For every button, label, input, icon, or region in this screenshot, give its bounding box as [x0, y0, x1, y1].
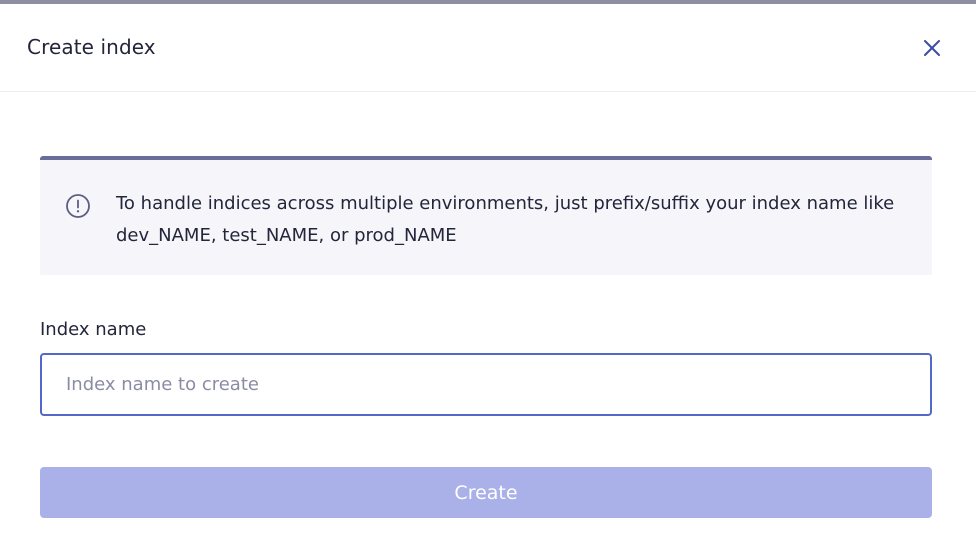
modal-title: Create index — [27, 35, 156, 59]
close-icon — [924, 40, 940, 56]
modal-header: Create index — [0, 4, 976, 92]
index-name-label: Index name — [40, 319, 147, 340]
close-button[interactable] — [918, 34, 946, 62]
info-circle-icon — [66, 194, 90, 218]
create-button[interactable]: Create — [40, 467, 932, 518]
create-index-modal: Create index To handle indices across mu… — [0, 4, 976, 559]
info-callout: To handle indices across multiple enviro… — [40, 156, 932, 275]
index-name-input[interactable] — [40, 353, 932, 416]
info-text: To handle indices across multiple enviro… — [116, 193, 895, 246]
